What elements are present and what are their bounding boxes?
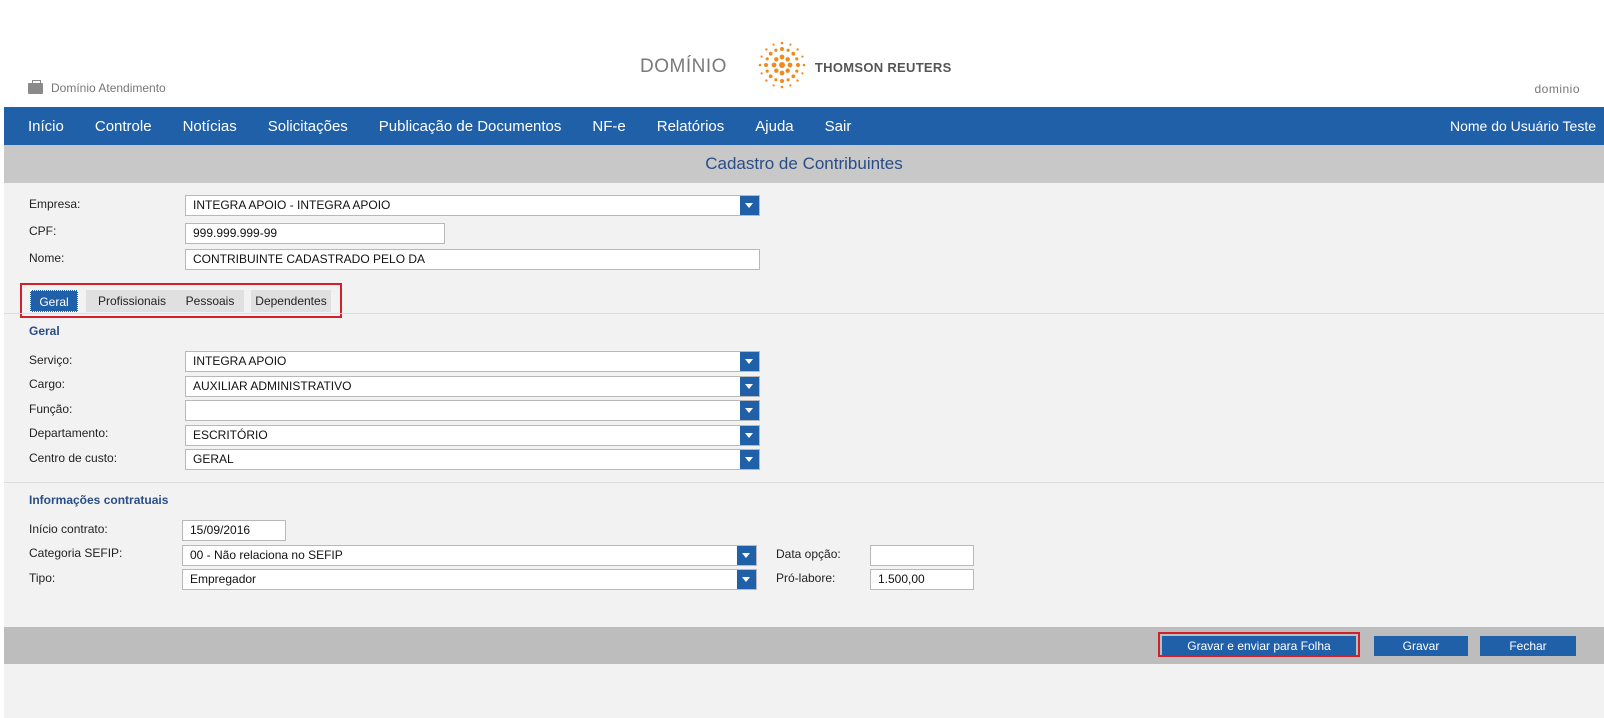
cargo-value: AUXILIAR ADMINISTRATIVO [193,379,352,393]
form-content: Empresa: INTEGRA APOIO - INTEGRA APOIO C… [4,183,1604,627]
categoria-sefip-select[interactable]: 00 - Não relaciona no SEFIP [182,545,757,566]
tipo-label: Tipo: [29,571,56,585]
pro-labore-value: 1.500,00 [878,572,925,586]
cpf-field[interactable]: 999.999.999-99 [185,223,445,244]
app-name: Domínio Atendimento [51,81,166,95]
tipo-value: Empregador [190,572,257,586]
chevron-down-icon[interactable] [740,377,759,396]
categoria-sefip-value: 00 - Não relaciona no SEFIP [190,548,343,562]
nome-value: CONTRIBUINTE CADASTRADO PELO DA [193,252,426,266]
nav-item-nfe[interactable]: NF-e [592,118,625,135]
nav-item-inicio[interactable]: Início [28,118,64,135]
gravar-button[interactable]: Gravar [1374,636,1468,656]
chevron-down-icon[interactable] [740,426,759,445]
nome-field[interactable]: CONTRIBUINTE CADASTRADO PELO DA [185,249,760,270]
tipo-select[interactable]: Empregador [182,569,757,590]
divider [4,482,1604,483]
servico-select[interactable]: INTEGRA APOIO [185,351,760,372]
empresa-value: INTEGRA APOIO - INTEGRA APOIO [193,198,391,212]
chevron-down-icon[interactable] [740,401,759,420]
data-opcao-label: Data opção: [776,547,841,561]
nav-item-controle[interactable]: Controle [95,118,152,135]
nav-item-solicitacoes[interactable]: Solicitações [268,118,348,135]
tab-geral[interactable]: Geral [30,290,78,312]
data-opcao-field[interactable] [870,545,974,566]
inicio-contrato-label: Início contrato: [29,522,108,536]
tab-dependentes[interactable]: Dependentes [251,290,331,312]
empresa-label: Empresa: [29,197,81,211]
chevron-down-icon[interactable] [740,352,759,371]
chevron-down-icon[interactable] [737,546,756,565]
tab-profissionais[interactable]: Profissionais [86,290,178,312]
action-bar: Gravar e enviar para Folha Gravar Fechar [4,627,1604,664]
servico-label: Serviço: [29,353,73,367]
cargo-label: Cargo: [29,377,66,391]
brand-title: DOMÍNIO [640,56,727,77]
centro-custo-label: Centro de custo: [29,451,118,465]
briefcase-icon [28,79,43,94]
departamento-value: ESCRITÓRIO [193,428,268,442]
chevron-down-icon[interactable] [740,450,759,469]
nav-item-relatorios[interactable]: Relatórios [657,118,725,135]
dominio-mini-logo: dominio [1534,82,1580,96]
categoria-sefip-label: Categoria SEFIP: [29,546,123,560]
funcao-select[interactable] [185,400,760,421]
page: DOMÍNIO THOMSON REUTERS Domínio Atendime… [0,0,1604,718]
inicio-contrato-value: 15/09/2016 [190,523,251,537]
gravar-enviar-button[interactable]: Gravar e enviar para Folha [1162,636,1356,656]
brand-company: THOMSON REUTERS [814,59,952,75]
cargo-select[interactable]: AUXILIAR ADMINISTRATIVO [185,376,760,397]
chevron-down-icon[interactable] [740,196,759,215]
departamento-label: Departamento: [29,426,109,440]
bottom-area [4,664,1604,718]
nav-item-publicacao[interactable]: Publicação de Documentos [379,118,562,135]
brand-header: DOMÍNIO THOMSON REUTERS [640,41,952,90]
nav-item-sair[interactable]: Sair [825,118,852,135]
nome-label: Nome: [29,251,65,265]
fechar-button[interactable]: Fechar [1480,636,1576,656]
servico-value: INTEGRA APOIO [193,354,287,368]
nav-item-ajuda[interactable]: Ajuda [755,118,793,135]
centro-custo-value: GERAL [193,452,234,466]
app-label: Domínio Atendimento [28,79,166,95]
cpf-label: CPF: [29,224,57,238]
main-nav: Início Controle Notícias Solicitações Pu… [4,107,1604,145]
nav-item-noticias[interactable]: Notícias [183,118,237,135]
inicio-contrato-field[interactable]: 15/09/2016 [182,520,286,541]
pro-labore-field[interactable]: 1.500,00 [870,569,974,590]
empresa-select[interactable]: INTEGRA APOIO - INTEGRA APOIO [185,195,760,216]
centro-custo-select[interactable]: GERAL [185,449,760,470]
page-title: Cadastro de Contribuintes [4,145,1604,183]
thomson-reuters-logo-icon [758,41,806,89]
section-contrato-title: Informações contratuais [29,493,169,507]
funcao-label: Função: [29,402,73,416]
chevron-down-icon[interactable] [737,570,756,589]
section-geral-title: Geral [29,324,60,338]
cpf-value: 999.999.999-99 [193,226,278,240]
departamento-select[interactable]: ESCRITÓRIO [185,425,760,446]
user-name[interactable]: Nome do Usuário Teste [1450,118,1596,134]
tab-pessoais[interactable]: Pessoais [176,290,244,312]
divider [4,313,1604,314]
pro-labore-label: Pró-labore: [776,571,836,585]
